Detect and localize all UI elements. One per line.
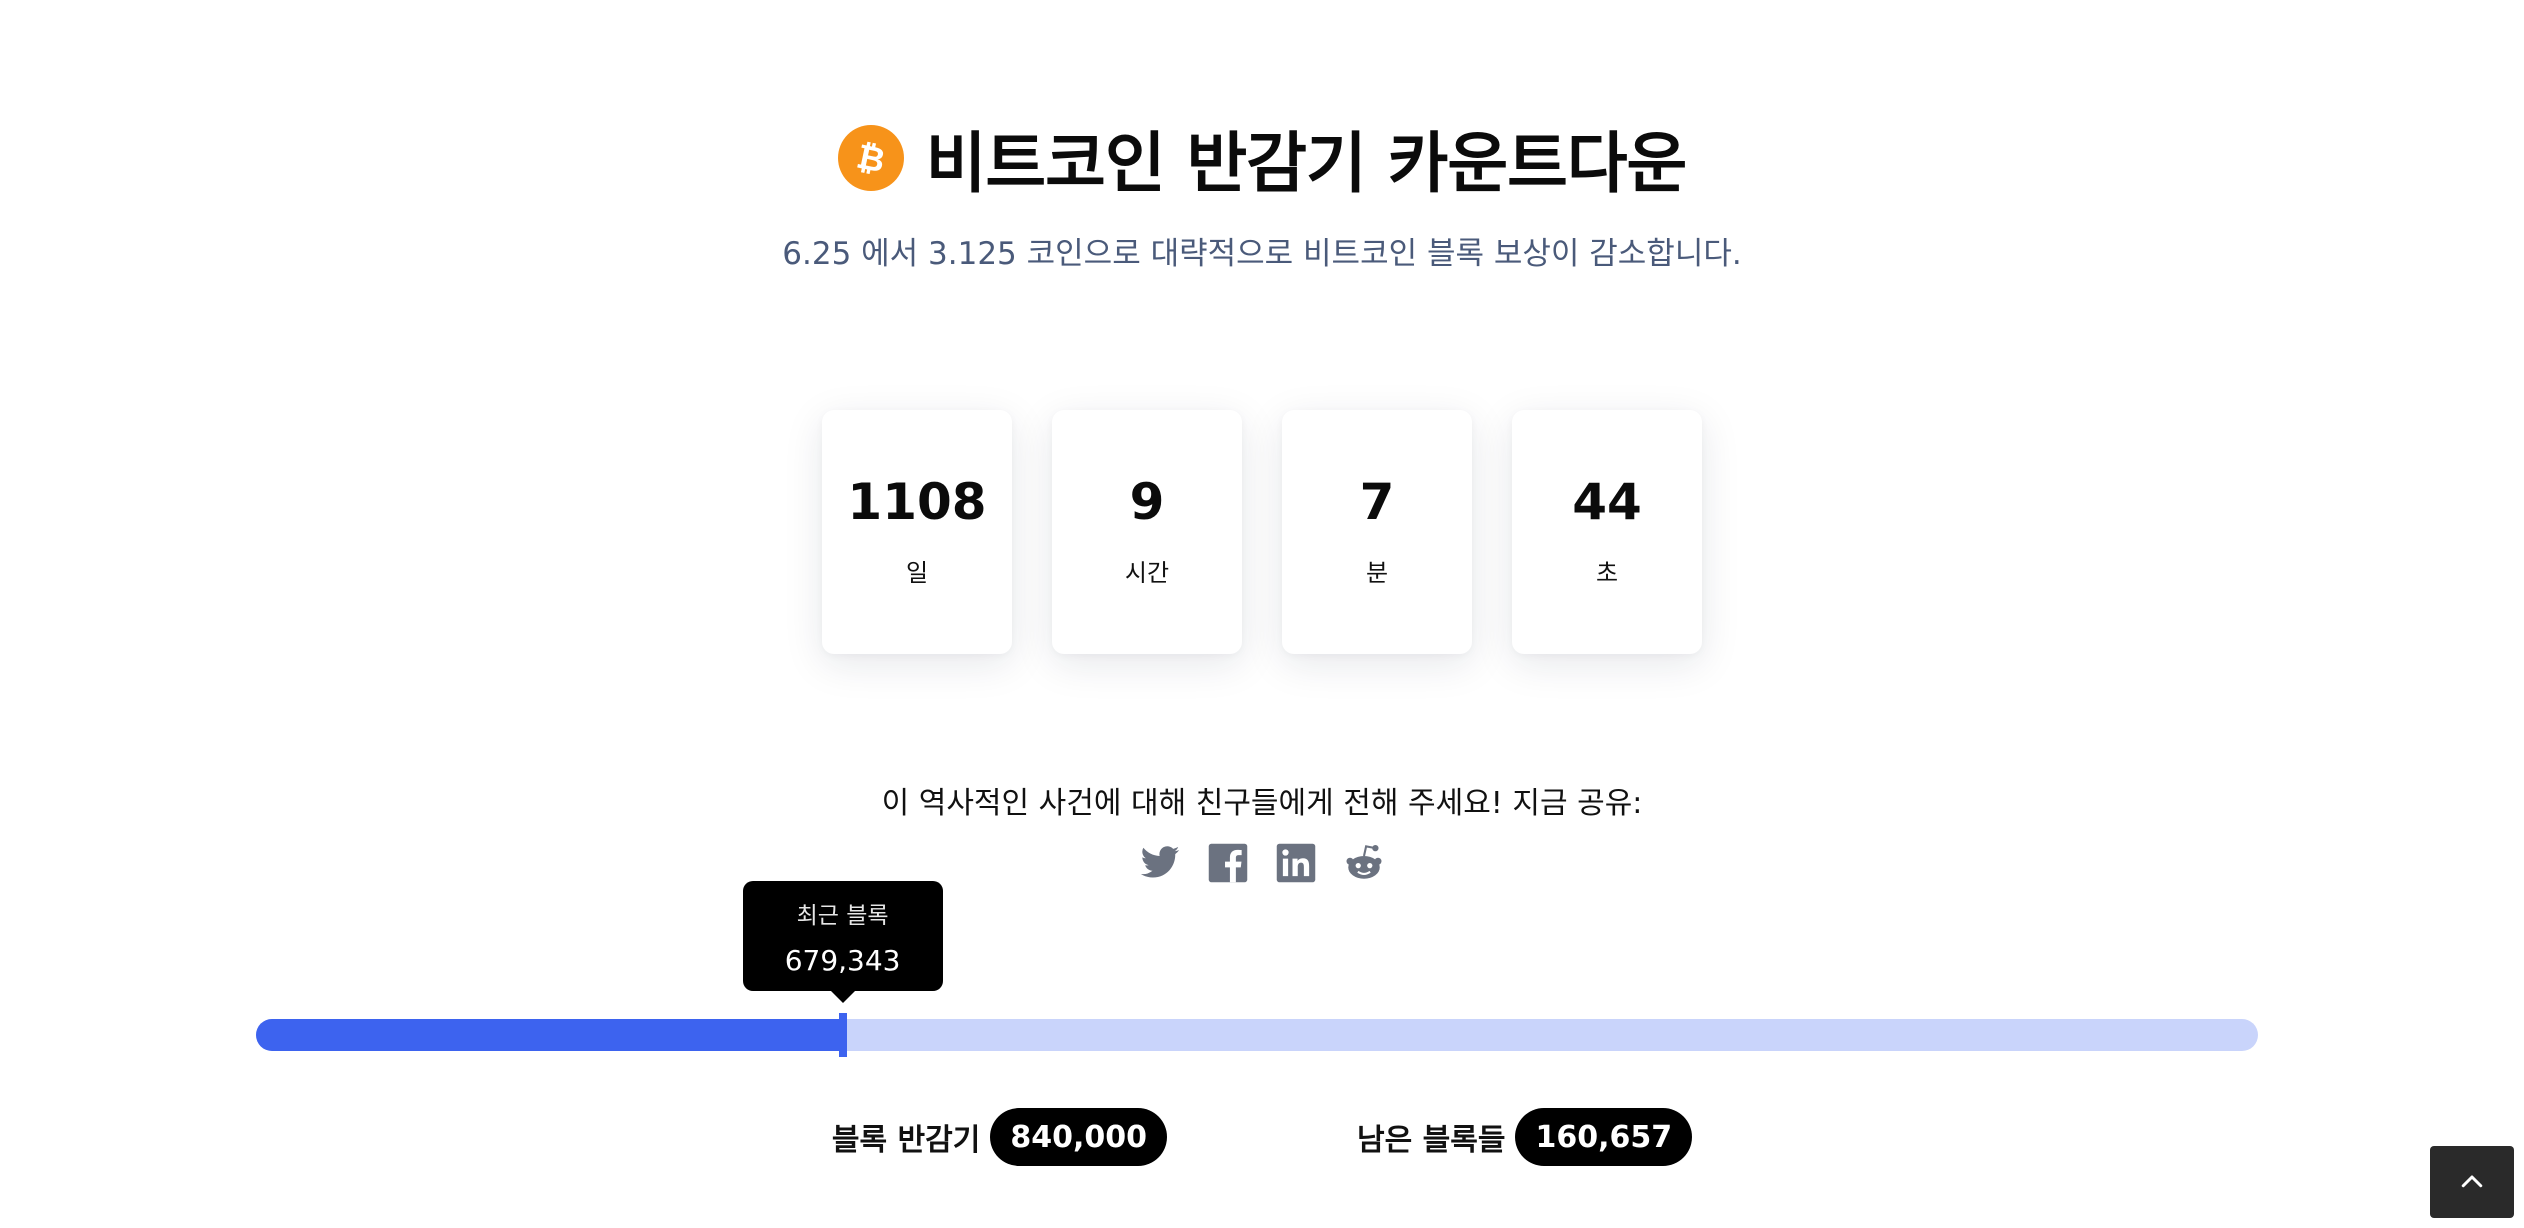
page-subtitle: 6.25 에서 3.125 코인으로 대략적으로 비트코인 블록 보상이 감소합… bbox=[782, 236, 1742, 272]
countdown-minutes-value: 7 bbox=[1359, 472, 1395, 531]
countdown-seconds-unit: 초 bbox=[1595, 558, 1619, 587]
chevron-up-icon bbox=[2461, 1175, 2483, 1188]
reddit-icon[interactable] bbox=[1343, 842, 1385, 884]
countdown-days-unit: 일 bbox=[905, 558, 929, 587]
remaining-blocks-label: 남은 블록들 bbox=[1357, 1123, 1506, 1158]
countdown-hours-card: 9 시간 bbox=[1052, 410, 1242, 654]
countdown-seconds-value: 44 bbox=[1572, 472, 1642, 531]
block-stats: 블록 반감기 840,000 남은 블록들 160,657 bbox=[0, 1108, 2524, 1166]
halving-block-badge: 840,000 bbox=[990, 1108, 1167, 1166]
progress-marker bbox=[838, 1013, 847, 1057]
latest-block-label: 최근 블록 bbox=[796, 902, 889, 929]
countdown: 1108 일 9 시간 7 분 44 초 bbox=[0, 410, 2524, 654]
latest-block-tooltip: 최근 블록 679,343 bbox=[742, 881, 943, 991]
halving-progress-bar: 최근 블록 679,343 bbox=[256, 881, 2258, 1057]
progress-fill bbox=[256, 1019, 843, 1051]
halving-block-stat: 블록 반감기 840,000 bbox=[832, 1108, 1167, 1166]
countdown-minutes-card: 7 분 bbox=[1282, 410, 1472, 654]
countdown-minutes-unit: 분 bbox=[1365, 558, 1389, 587]
countdown-seconds-card: 44 초 bbox=[1512, 410, 1702, 654]
facebook-icon[interactable] bbox=[1207, 842, 1249, 884]
countdown-days-value: 1108 bbox=[847, 472, 987, 531]
latest-block-value: 679,343 bbox=[784, 943, 901, 977]
svg-text:₿: ₿ bbox=[853, 137, 888, 180]
linkedin-icon[interactable] bbox=[1275, 842, 1317, 884]
bitcoin-icon: ₿ bbox=[837, 125, 904, 191]
remaining-blocks-badge: 160,657 bbox=[1515, 1108, 1693, 1166]
social-share-links bbox=[0, 842, 2524, 884]
halving-block-label: 블록 반감기 bbox=[831, 1123, 981, 1158]
page: ₿ 비트코인 반감기 카운트다운 6.25 에서 3.125 코인으로 대략적으… bbox=[0, 0, 2524, 1228]
twitter-icon[interactable] bbox=[1139, 842, 1181, 884]
remaining-blocks-stat: 남은 블록들 160,657 bbox=[1357, 1108, 1693, 1166]
page-title: 비트코인 반감기 카운트다운 bbox=[925, 125, 1688, 202]
countdown-days-card: 1108 일 bbox=[822, 410, 1012, 654]
share-text: 이 역사적인 사건에 대해 친구들에게 전해 주세요! 지금 공유: bbox=[881, 786, 1643, 821]
back-to-top-button[interactable] bbox=[2430, 1146, 2514, 1218]
countdown-hours-unit: 시간 bbox=[1124, 558, 1170, 587]
countdown-hours-value: 9 bbox=[1129, 472, 1165, 531]
header: ₿ 비트코인 반감기 카운트다운 bbox=[0, 110, 2524, 206]
